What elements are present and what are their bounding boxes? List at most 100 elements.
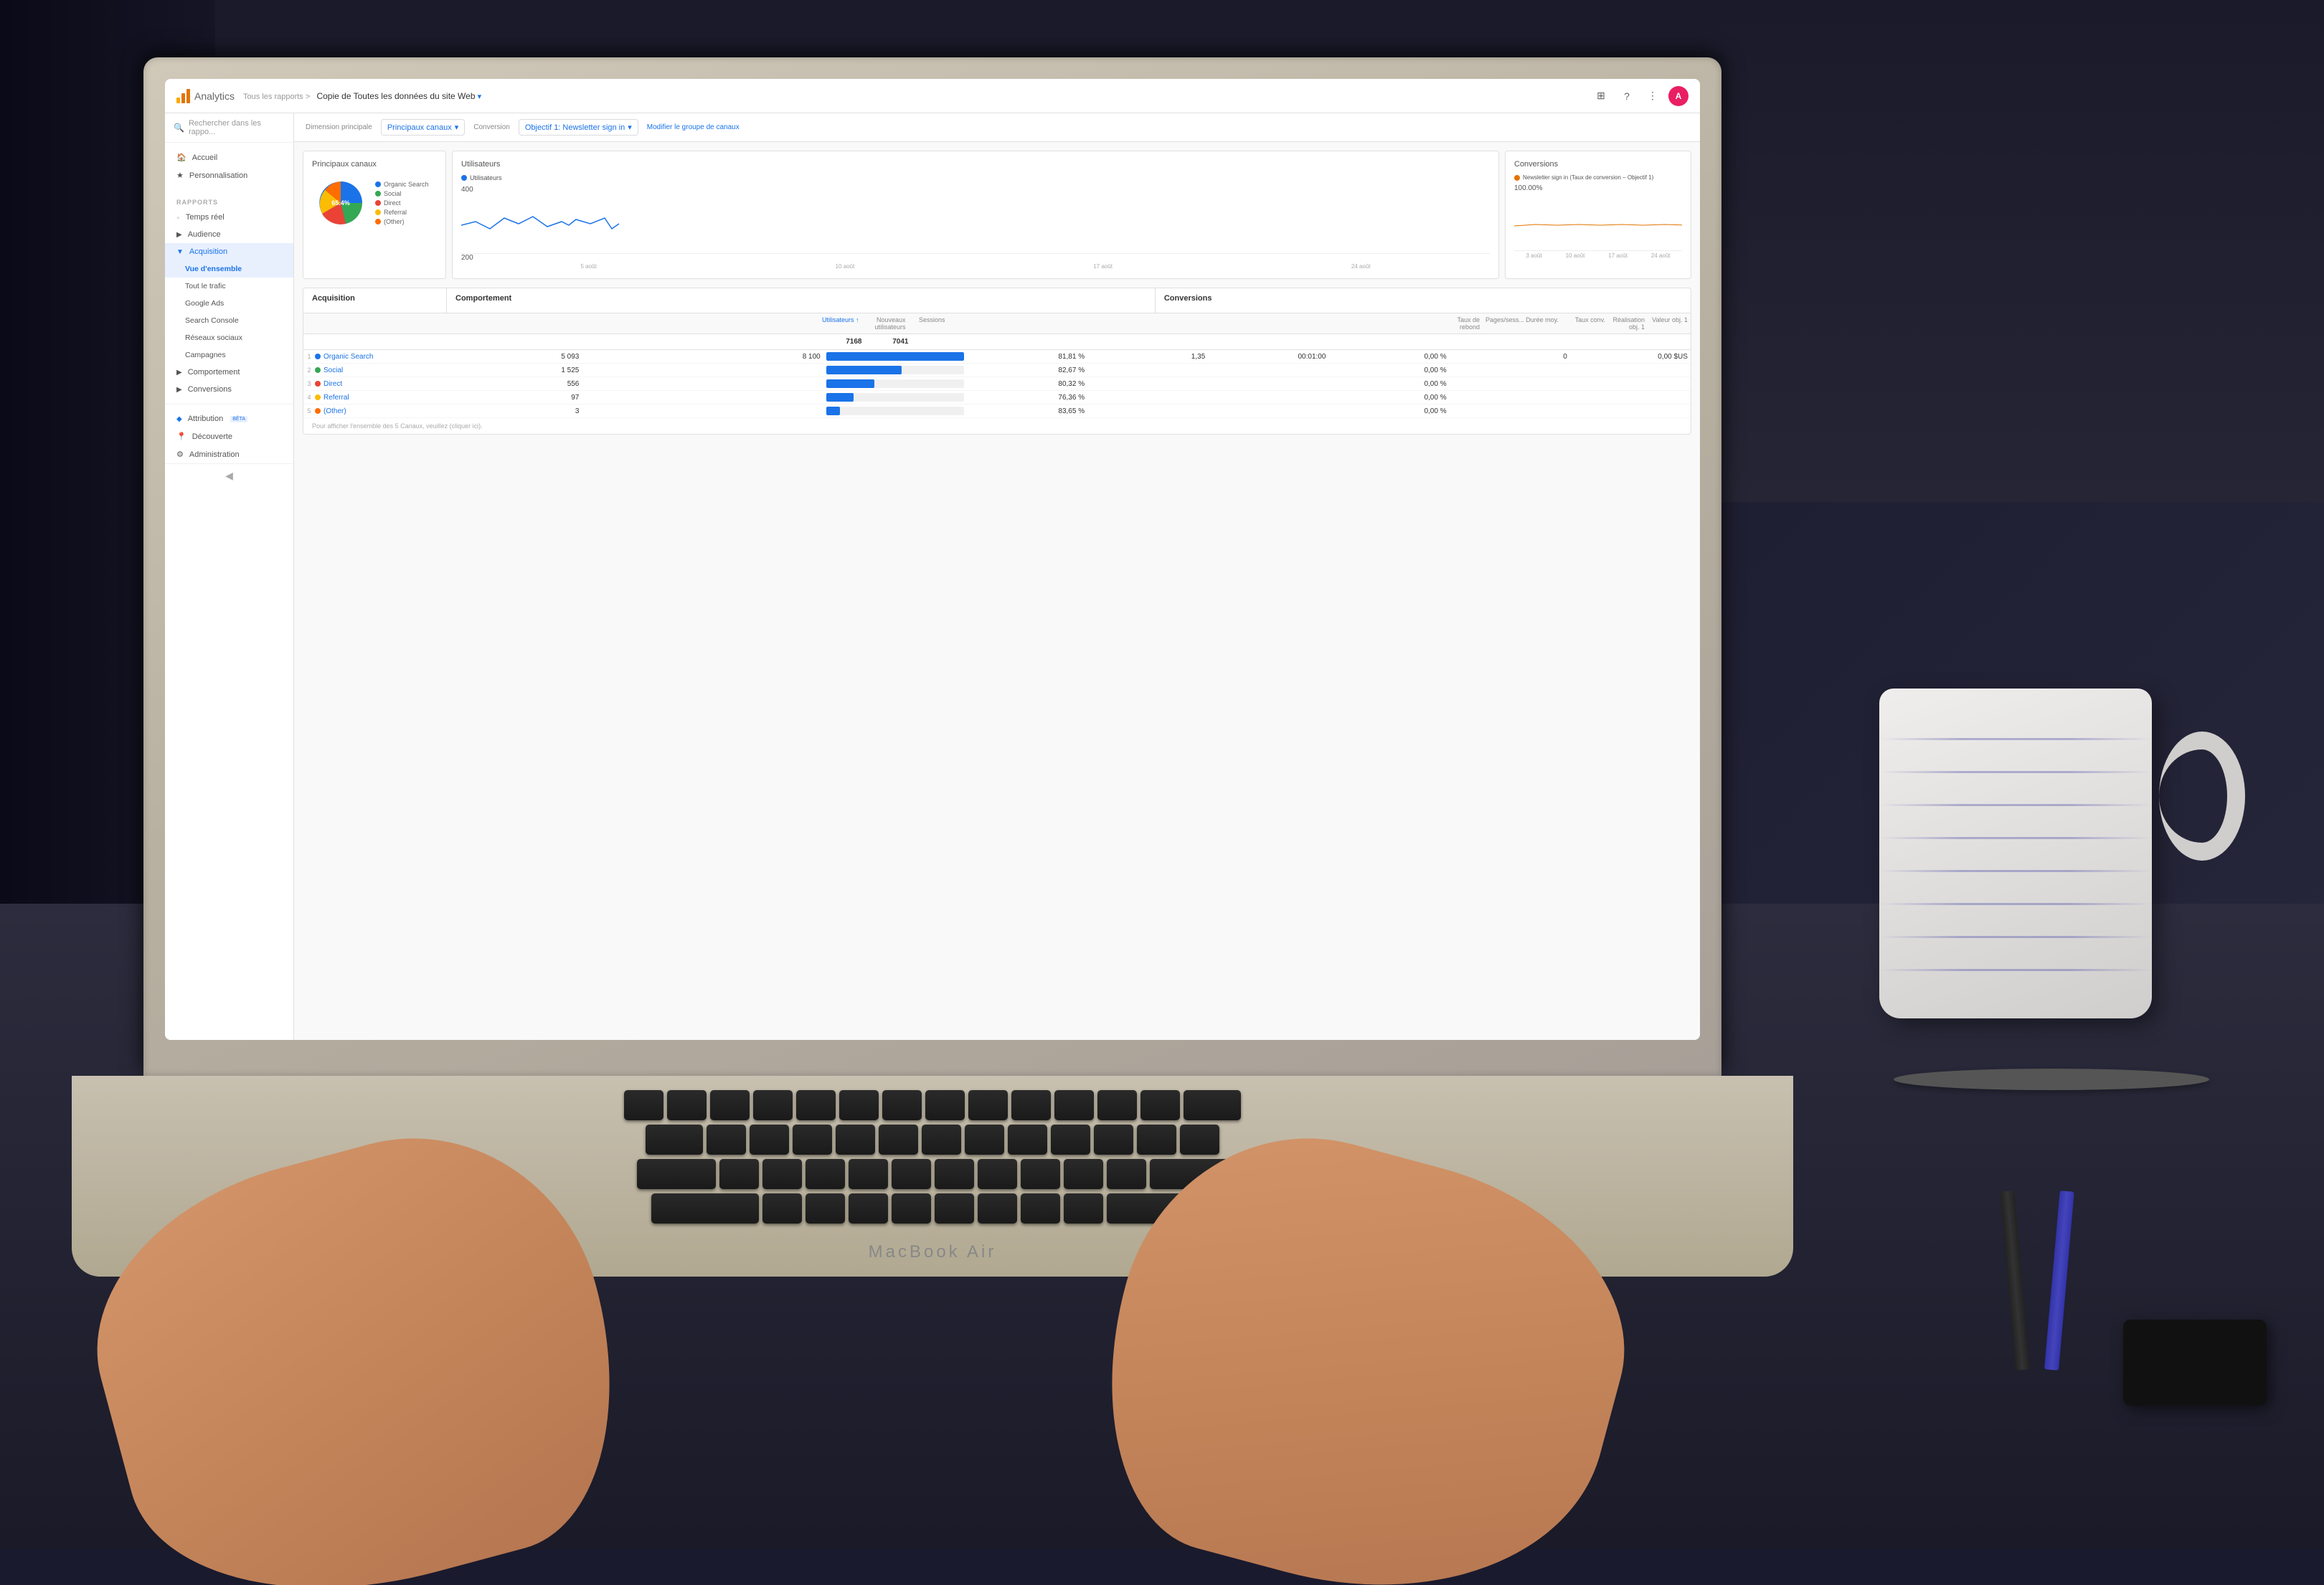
- row-name-4[interactable]: Referral: [323, 394, 461, 402]
- x-label-2: 10 août: [836, 263, 855, 270]
- apps-icon[interactable]: ⊞: [1591, 86, 1611, 106]
- attribution-badge: BÊTA: [230, 416, 247, 422]
- pen-1: [2000, 1191, 2030, 1371]
- collapse-sidebar-icon[interactable]: ◀: [225, 470, 233, 482]
- ga-content: Principaux canaux: [294, 142, 1700, 443]
- more-options-icon[interactable]: ⋮: [1643, 86, 1663, 106]
- utilisateurs-x-axis: 5 août 10 août 17 août 24 août: [461, 263, 1490, 270]
- objectif-dropdown[interactable]: Objectif 1: Newsletter sign in ▾: [519, 119, 638, 136]
- admin-icon: ⚙: [176, 450, 184, 459]
- value-col-header: Valeur obj. 1: [1648, 316, 1691, 331]
- users-col-header[interactable]: Utilisateurs ↑: [816, 316, 862, 331]
- row-val-1: 0,00 $US: [1570, 353, 1691, 361]
- utilisateurs-legend: Utilisateurs: [461, 174, 1490, 181]
- sidebar-label-google-ads: Google Ads: [185, 299, 224, 308]
- sidebar-item-conversions[interactable]: ▶ Conversions: [165, 381, 293, 398]
- modifier-canaux-link[interactable]: Modifier le groupe de canaux: [647, 123, 740, 131]
- row-conv-3: 0,00 %: [1328, 380, 1449, 388]
- row-users-5: 3: [461, 407, 582, 415]
- sidebar-item-acquisition[interactable]: ▼ Acquisition: [165, 243, 293, 260]
- sidebar-item-search-console[interactable]: Search Console: [165, 312, 293, 329]
- hand-left: [72, 1097, 657, 1585]
- help-icon[interactable]: ?: [1617, 86, 1637, 106]
- dropdown1-arrow: ▾: [455, 123, 459, 132]
- laptop-screen[interactable]: Analytics Tous les rapports > Copie de T…: [165, 79, 1700, 1040]
- ga-toolbar: Dimension principale Principaux canaux ▾…: [294, 113, 1700, 142]
- other-dot: [375, 219, 381, 224]
- sidebar-item-temps-reel[interactable]: ● Temps réel: [165, 209, 293, 226]
- row-bar-3: [823, 379, 967, 388]
- referral-dot: [375, 209, 381, 215]
- row-bar-2: [823, 366, 967, 374]
- sidebar-item-audience[interactable]: ▶ Audience: [165, 226, 293, 243]
- row-name-2[interactable]: Social: [323, 366, 461, 374]
- legend-social: Social: [375, 190, 429, 197]
- user-avatar[interactable]: A: [1668, 86, 1688, 106]
- sidebar-item-accueil[interactable]: 🏠 Accueil: [165, 148, 293, 166]
- table-footer-note: Pour afficher l'ensemble des 5 Canaux, v…: [303, 418, 1691, 434]
- sidebar-label-attribution: Attribution: [188, 415, 224, 423]
- conversions-section-header: Conversions: [1156, 288, 1691, 313]
- social-dot: [375, 191, 381, 197]
- dropdown2-text: Objectif 1: Newsletter sign in: [525, 123, 625, 132]
- conv-legend-dot: [1514, 175, 1520, 181]
- legend-direct: Direct: [375, 199, 429, 207]
- organic-dot: [375, 181, 381, 187]
- sidebar-label-decouverte: Découverte: [192, 432, 232, 441]
- conv-rate-col-header: Taux conv.: [1562, 316, 1608, 331]
- hand-right: [1064, 1097, 1650, 1585]
- search-placeholder[interactable]: Rechercher dans les rappo...: [189, 119, 285, 136]
- row-conv-4: 0,00 %: [1328, 394, 1449, 402]
- pie-chart-svg: 65.4%: [312, 174, 369, 232]
- sidebar-label-audience: Audience: [188, 230, 221, 239]
- other-label: (Other): [384, 218, 405, 225]
- mug-handle: [2159, 732, 2245, 861]
- sidebar-label-comportement: Comportement: [188, 368, 240, 377]
- row-dot-4: [315, 394, 321, 400]
- conv-x-2: 10 août: [1566, 252, 1585, 259]
- sidebar-item-decouverte[interactable]: 📍 Découverte: [165, 427, 293, 445]
- row-name-3[interactable]: Direct: [323, 380, 461, 388]
- principaux-canaux-dropdown[interactable]: Principaux canaux ▾: [381, 119, 465, 136]
- row-name-1[interactable]: Organic Search: [323, 353, 461, 361]
- pages-col-header: Pages/sess...: [1483, 316, 1518, 331]
- row-bounce-3: 80,32 %: [967, 380, 1087, 388]
- svg-text:65.4%: 65.4%: [331, 199, 350, 207]
- sidebar-item-attribution[interactable]: ◆ Attribution BÊTA: [165, 410, 293, 427]
- breadcrumb: Tous les rapports > Copie de Toutes les …: [243, 91, 1582, 101]
- breadcrumb-text: Tous les rapports >: [243, 93, 310, 101]
- referral-label: Referral: [384, 209, 407, 216]
- sidebar-item-tout-trafic[interactable]: Tout le trafic: [165, 278, 293, 295]
- row-pages-1: 1,35: [1087, 353, 1208, 361]
- row-comp-1: 0: [1450, 353, 1570, 361]
- row-conv-2: 0,00 %: [1328, 366, 1449, 374]
- sidebar-item-comportement[interactable]: ▶ Comportement: [165, 364, 293, 381]
- sidebar-item-personnalisation[interactable]: ★ Personnalisation: [165, 166, 293, 184]
- row-conv-1: 0,00 %: [1328, 353, 1449, 361]
- row-num-3: 3: [303, 380, 315, 387]
- sidebar-item-reseaux-sociaux[interactable]: Réseaux sociaux: [165, 329, 293, 346]
- organic-label: Organic Search: [384, 181, 429, 188]
- sidebar-search[interactable]: 🔍 Rechercher dans les rappo...: [165, 113, 293, 143]
- conversions-legend: Newsletter sign in (Taux de conversion –…: [1514, 174, 1682, 181]
- duration-col-header: Durée moy.: [1518, 316, 1562, 331]
- num-col-header: [303, 316, 321, 331]
- row-bounce-2: 82,67 %: [967, 366, 1087, 374]
- sidebar-item-google-ads[interactable]: Google Ads: [165, 295, 293, 312]
- sidebar-item-administration[interactable]: ⚙ Administration: [165, 445, 293, 463]
- sidebar-item-campagnes[interactable]: Campagnes: [165, 346, 293, 364]
- table-row: 2 Social 1 525 82,67 %: [303, 364, 1691, 377]
- totals-new-users: 7041: [865, 338, 912, 346]
- row-num-4: 4: [303, 394, 315, 401]
- column-headers: Utilisateurs ↑ Nouveaux utilisateurs Ses…: [303, 313, 1691, 334]
- row-name-5[interactable]: (Other): [323, 407, 461, 415]
- sidebar-item-vue-ensemble[interactable]: Vue d'ensemble: [165, 260, 293, 278]
- row-bar-5: [823, 407, 967, 415]
- row-users-4: 97: [461, 394, 582, 402]
- bounce-col-header: Taux de rebond: [1440, 316, 1483, 331]
- acquisition-section-header: Acquisition: [303, 288, 447, 313]
- legend-referral: Referral: [375, 209, 429, 216]
- direct-label: Direct: [384, 199, 401, 207]
- sidebar-label-temps-reel: Temps réel: [186, 213, 225, 222]
- sidebar-label-search-console: Search Console: [185, 316, 239, 325]
